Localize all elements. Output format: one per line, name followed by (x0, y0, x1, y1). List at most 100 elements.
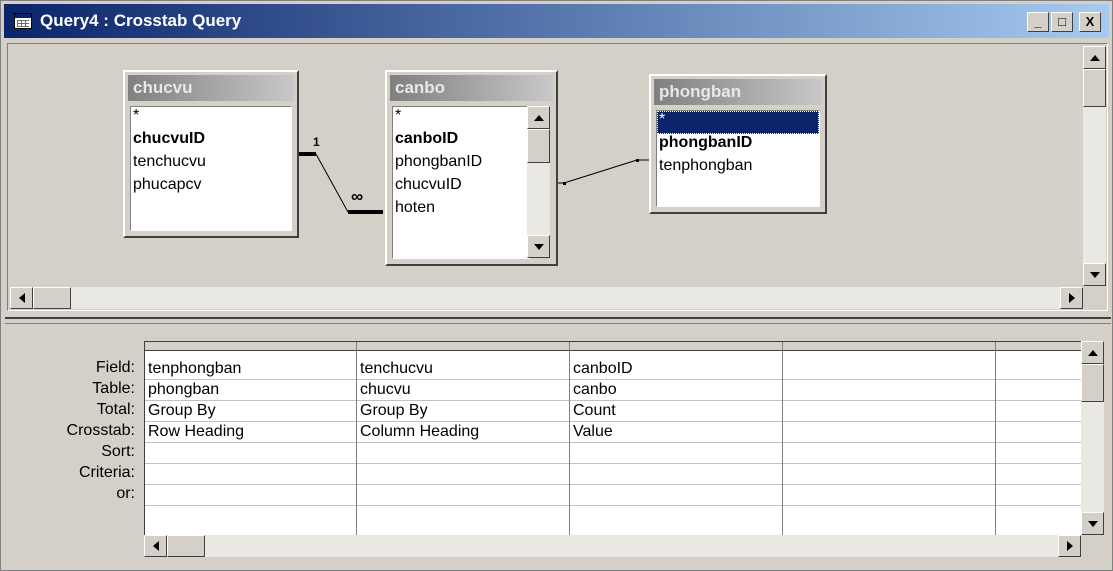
minimize-button[interactable]: _ (1027, 12, 1049, 32)
field-all[interactable]: * (131, 107, 291, 130)
grid-cell-criteria[interactable] (996, 464, 1082, 485)
grid-cell-field[interactable]: canboID (570, 359, 783, 380)
grid-cell-criteria[interactable] (145, 464, 357, 485)
column-selector[interactable] (570, 342, 783, 351)
table-title[interactable]: phongban (654, 79, 822, 105)
field-all[interactable]: * (657, 111, 819, 134)
scroll-left-button[interactable] (144, 535, 167, 557)
column-selector[interactable] (357, 342, 570, 351)
grid-cell-total[interactable] (996, 401, 1082, 422)
table-chucvu[interactable]: chucvu * chucvuID tenchucvu phucapcv (123, 70, 299, 238)
table-phongban[interactable]: phongban * phongbanID tenphongban (649, 74, 827, 214)
grid-cell-table[interactable]: chucvu (357, 380, 570, 401)
grid-cell-sort[interactable] (357, 443, 570, 464)
pane-splitter[interactable] (5, 317, 1111, 324)
grid-cell-or[interactable] (996, 485, 1082, 506)
field-all[interactable]: * (393, 107, 529, 130)
design-grid-pane[interactable]: Field: Table: Total: Crosstab: Sort: Cri… (7, 327, 1108, 566)
grid-cell-total[interactable]: Group By (357, 401, 570, 422)
grid-cell-sort[interactable] (570, 443, 783, 464)
row-label-crosstab: Crosstab: (66, 422, 135, 439)
field-chucvuID[interactable]: chucvuID (131, 130, 291, 153)
column-selector[interactable] (783, 342, 996, 351)
arrow-up-icon (1089, 54, 1100, 61)
grid-cell-total[interactable]: Group By (145, 401, 357, 422)
relationship-canbo-phongban (556, 159, 662, 185)
crosstab-query-icon[interactable] (14, 13, 32, 29)
grid-cell-crosstab[interactable] (996, 422, 1082, 443)
scroll-up-button[interactable] (1083, 46, 1106, 69)
grid-cell-field[interactable] (783, 359, 996, 380)
grid-cell-field[interactable]: tenphongban (145, 359, 357, 380)
field-chucvuID[interactable]: chucvuID (393, 176, 529, 199)
field-phucapcv[interactable]: phucapcv (131, 176, 291, 199)
arrow-down-icon (533, 243, 544, 250)
scroll-left-button[interactable] (10, 287, 33, 309)
grid-cell-sort[interactable] (783, 443, 996, 464)
grid-cell-or[interactable] (783, 485, 996, 506)
grid-cell-total[interactable] (783, 401, 996, 422)
grid-cell-crosstab[interactable] (783, 422, 996, 443)
scroll-thumb[interactable] (1081, 364, 1104, 402)
close-button[interactable]: X (1079, 12, 1101, 32)
grid-cell-criteria[interactable] (357, 464, 570, 485)
grid-cell-sort[interactable] (996, 443, 1082, 464)
grid-cell-table[interactable]: canbo (570, 380, 783, 401)
scroll-down-button[interactable] (1083, 263, 1106, 286)
minimize-icon: _ (1034, 14, 1042, 29)
grid-cell-sort[interactable] (145, 443, 357, 464)
scroll-up-button[interactable] (527, 106, 550, 129)
maximize-button[interactable]: □ (1051, 12, 1073, 32)
relationship-chucvu-canbo (297, 152, 383, 214)
column-selector[interactable] (996, 342, 1082, 351)
scroll-right-button[interactable] (1060, 287, 1083, 309)
column-divider (782, 342, 783, 536)
table-pane-hscrollbar[interactable] (10, 287, 1083, 309)
grid-cell-criteria[interactable] (783, 464, 996, 485)
scroll-thumb[interactable] (167, 535, 205, 557)
design-grid[interactable]: tenphongban phongban Group By Row Headin… (144, 341, 1082, 536)
arrow-left-icon (152, 541, 159, 551)
grid-cell-crosstab[interactable]: Row Heading (145, 422, 357, 443)
grid-cell-or[interactable] (145, 485, 357, 506)
maximize-icon: □ (1058, 14, 1066, 29)
grid-cell-crosstab[interactable]: Value (570, 422, 783, 443)
column-selector[interactable] (145, 342, 357, 351)
grid-cell-table[interactable] (783, 380, 996, 401)
field-tenphongban[interactable]: tenphongban (657, 157, 819, 180)
grid-cell-table[interactable] (996, 380, 1082, 401)
scroll-down-button[interactable] (1081, 512, 1104, 535)
table-pane[interactable]: 1 ∞ chucvu * chucvuID tenchucvu phucapcv… (7, 43, 1108, 311)
field-list[interactable]: * phongbanID tenphongban (656, 110, 820, 207)
field-phongbanID[interactable]: phongbanID (393, 153, 529, 176)
field-list[interactable]: * canboID phongbanID chucvuID hoten (392, 106, 530, 259)
table-title[interactable]: chucvu (128, 75, 294, 101)
field-list[interactable]: * chucvuID tenchucvu phucapcv (130, 106, 292, 231)
grid-hscrollbar[interactable] (144, 535, 1081, 557)
scroll-right-button[interactable] (1058, 535, 1081, 557)
grid-cell-field[interactable] (996, 359, 1082, 380)
scroll-thumb[interactable] (1083, 69, 1106, 107)
field-canboID[interactable]: canboID (393, 130, 529, 153)
scroll-thumb[interactable] (33, 287, 71, 309)
grid-cell-total[interactable]: Count (570, 401, 783, 422)
grid-cell-table[interactable]: phongban (145, 380, 357, 401)
field-hoten[interactable]: hoten (393, 199, 529, 222)
table-title[interactable]: canbo (390, 75, 553, 101)
title-bar[interactable]: Query4 : Crosstab Query _ □ X (4, 4, 1109, 38)
grid-cell-field[interactable]: tenchucvu (357, 359, 570, 380)
grid-cell-or[interactable] (357, 485, 570, 506)
column-divider (569, 342, 570, 536)
table-canbo[interactable]: canbo * canboID phongbanID chucvuID hote… (385, 70, 558, 266)
field-phongbanID[interactable]: phongbanID (657, 134, 819, 157)
scroll-thumb[interactable] (527, 129, 550, 163)
grid-cell-criteria[interactable] (570, 464, 783, 485)
field-tenchucvu[interactable]: tenchucvu (131, 153, 291, 176)
scroll-down-button[interactable] (527, 235, 550, 258)
grid-cell-or[interactable] (570, 485, 783, 506)
grid-cell-crosstab[interactable]: Column Heading (357, 422, 570, 443)
arrow-down-icon (1087, 520, 1098, 527)
scroll-up-button[interactable] (1081, 341, 1104, 364)
row-label-table: Table: (92, 380, 135, 397)
column-divider (995, 342, 996, 536)
